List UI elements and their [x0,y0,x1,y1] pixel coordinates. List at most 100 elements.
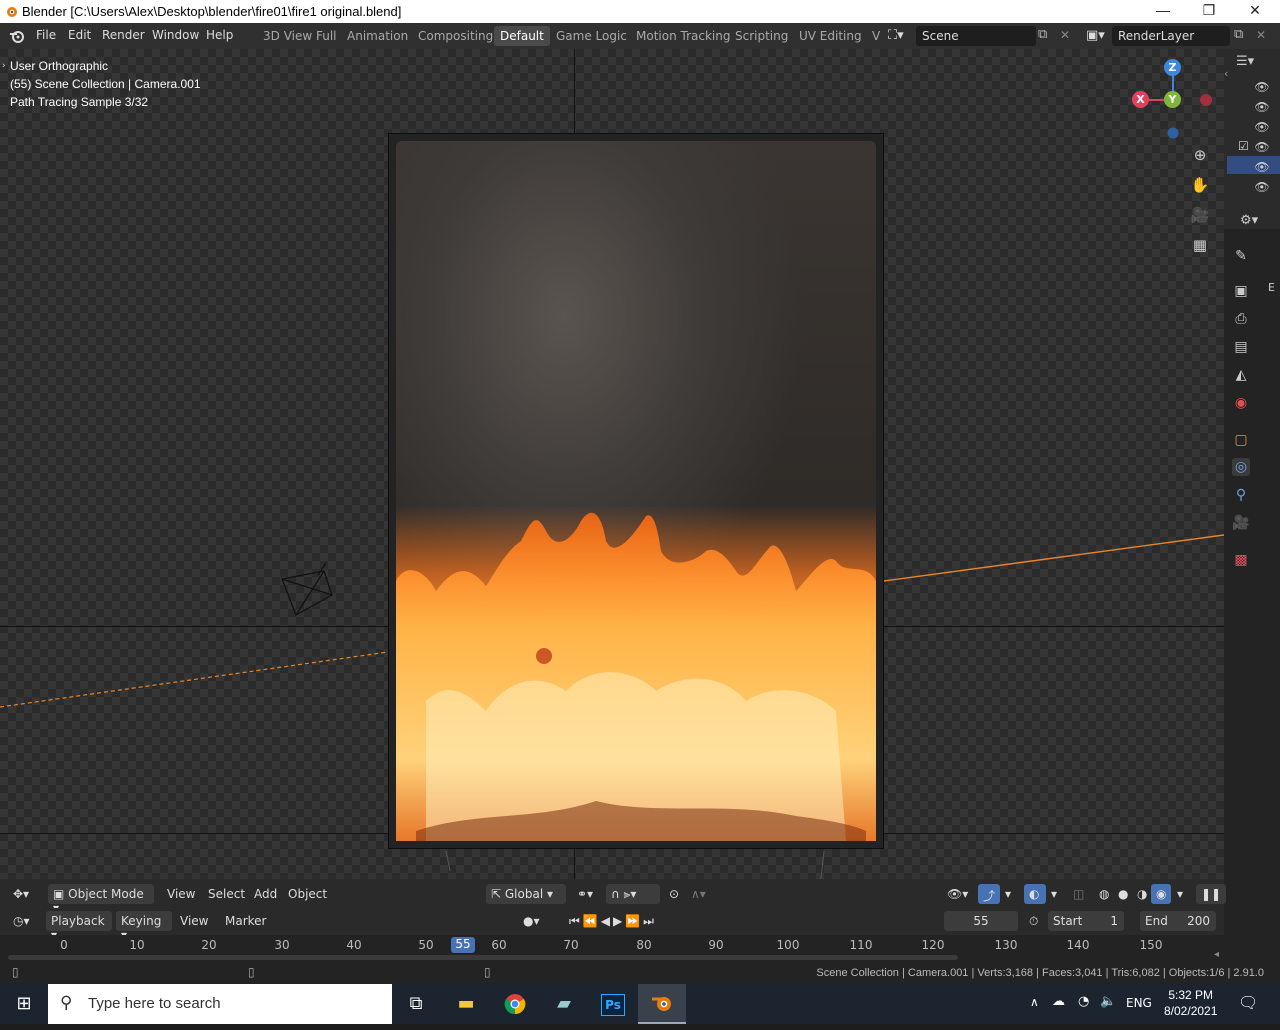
tab-game-logic[interactable]: Game Logic [550,26,633,46]
playhead-frame-indicator[interactable]: 55 [451,937,475,953]
tool-icon[interactable]: ✎ [1232,247,1250,265]
mode-dropdown[interactable]: ▣ Object Mode ▾ [48,884,154,915]
volume-icon[interactable]: 🔈 [1100,994,1116,1009]
camera-view-icon[interactable]: 🎥 [1189,204,1211,226]
tab-compositing[interactable]: Compositing [412,26,499,46]
constraints-props-icon[interactable]: ⚲ [1232,486,1250,504]
menu-add[interactable]: Add [249,884,282,904]
blender-taskbar-icon[interactable] [638,984,686,1024]
network-icon[interactable]: ◔ [1078,994,1089,1009]
menu-help[interactable]: Help [206,28,233,42]
wireframe-shading-icon[interactable]: ◍ [1094,884,1114,904]
output-props-icon[interactable]: ⎙ [1232,310,1250,328]
camera-data-icon[interactable]: 🎥 [1232,514,1250,532]
taskbar-search-box[interactable]: ⚲ Type here to search [48,984,392,1024]
visibility-eye-icon[interactable]: 👁 [1254,100,1270,116]
renderlayer-new-icon[interactable]: ⧉ [1234,27,1243,42]
tab-overflow[interactable]: V [866,26,886,46]
visibility-icon[interactable]: 👁▾ [942,884,973,904]
tab-animation[interactable]: Animation [341,26,414,46]
checkbox-icon[interactable]: ☑ [1238,139,1249,153]
language-indicator[interactable]: ENG [1126,996,1152,1010]
visibility-eye-icon[interactable]: 👁 [1254,180,1270,196]
visibility-eye-icon[interactable]: 👁 [1254,120,1270,136]
menu-file[interactable]: File [36,28,56,42]
scene-remove-icon[interactable]: ✕ [1060,28,1070,42]
onedrive-cloud-icon[interactable]: ☁ [1052,994,1065,1009]
notifications-icon[interactable]: 🗨 [1238,993,1258,1012]
menu-view[interactable]: View [162,884,200,904]
shading-dropdown-icon[interactable]: ▾ [1172,884,1188,904]
world-props-icon[interactable]: ◉ [1232,394,1250,412]
pan-hand-icon[interactable]: ✋ [1189,174,1211,196]
gizmo-z-axis[interactable]: Z [1164,59,1181,76]
scene-selector-icon[interactable]: ⛶▾ [888,28,904,43]
xray-icon[interactable]: ◫ [1068,884,1089,904]
maximize-button[interactable]: ❐ [1194,2,1224,20]
task-view-icon[interactable]: ⧉ [392,984,440,1024]
tray-expand-icon[interactable]: ∧ [1030,995,1039,1009]
start-frame-field[interactable]: Start 1 [1048,911,1124,931]
renderlayer-remove-icon[interactable]: ✕ [1256,28,1266,42]
windows-start-icon[interactable]: ⊞ [0,984,48,1024]
menu-edit[interactable]: Edit [68,28,91,42]
snap-icon[interactable]: ∩ ⫸▾ [606,884,660,904]
visibility-eye-icon[interactable]: 👁 [1254,160,1270,176]
tab-3d-view-full[interactable]: 3D View Full [257,26,343,46]
scene-props-icon[interactable]: ◭ [1232,366,1250,384]
menu-object[interactable]: Object [283,884,332,904]
proportional-edit-icon[interactable]: ⊙ [664,884,684,904]
photoshop-icon[interactable]: Ps [589,984,637,1024]
tab-motion-tracking[interactable]: Motion Tracking [630,26,736,46]
renderlayer-selector-icon[interactable]: ▣▾ [1086,28,1105,43]
end-frame-field[interactable]: End 200 [1140,911,1216,931]
3d-viewport[interactable]: User Orthographic › (55) Scene Collectio… [0,49,1224,879]
rendered-shading-icon[interactable]: ◉ [1151,884,1172,904]
solid-shading-icon[interactable]: ● [1113,884,1133,904]
current-frame-field[interactable]: 55 [944,911,1018,931]
gizmo-toggle-icon[interactable]: ⤴ [978,884,1000,904]
close-button[interactable]: ✕ [1240,2,1270,20]
outliner-editor-type-icon[interactable]: ☰▾ [1236,54,1254,69]
menu-render[interactable]: Render [102,28,145,42]
timeline-editor-icon[interactable]: ◷▾ [8,911,35,931]
chrome-icon[interactable] [491,984,539,1024]
orientation-dropdown[interactable]: ⇱ Global ▾ [486,884,566,904]
scene-new-icon[interactable]: ⧉ [1038,27,1047,42]
scene-field[interactable]: Scene [916,26,1036,46]
scroll-arrow-icon[interactable]: ◂ [1214,949,1219,960]
minimize-button[interactable]: — [1148,2,1178,20]
render-props-icon[interactable]: ▣ [1232,282,1250,300]
file-explorer-icon[interactable]: ▬ [442,984,490,1024]
properties-editor-type-icon[interactable]: ⚙▾ [1240,213,1258,228]
taskbar-clock[interactable]: 5:32 PM 8/02/2021 [1164,987,1217,1019]
playback-controls[interactable]: ⏮⏪◀▶⏩⏭ [564,911,662,931]
ortho-grid-icon[interactable]: ▦ [1189,234,1211,256]
pause-render-icon[interactable]: ❚❚ [1196,884,1227,904]
visibility-eye-icon[interactable]: 👁 [1254,80,1270,96]
outliner-collapse-icon[interactable]: ‹ [1224,67,1228,80]
timeline-menu-view[interactable]: View [175,911,213,931]
gizmo-y-axis[interactable]: Y [1164,91,1181,108]
timeline-ruler[interactable]: 0 10 20 30 40 50 60 70 80 90 100 110 120… [0,935,1224,963]
menu-window[interactable]: Window [152,28,199,42]
object-props-icon[interactable]: ▢ [1232,431,1250,449]
timeline-scrollbar[interactable] [8,955,958,960]
blender-menu-icon[interactable] [9,29,25,43]
overlays-dropdown-icon[interactable]: ▾ [1046,884,1062,904]
renderlayer-field[interactable]: RenderLayer [1112,26,1230,46]
tab-default[interactable]: Default [494,26,550,46]
clock-icon[interactable]: ⏱ [1024,911,1043,931]
keying-dropdown[interactable]: Keying ▾ [116,911,172,942]
texture-props-icon[interactable]: ▩ [1232,551,1250,569]
gizmo-dropdown-icon[interactable]: ▾ [1000,884,1016,904]
editor-type-icon[interactable]: ✥▾ [8,884,34,904]
overlays-toggle-icon[interactable]: ◐ [1024,884,1046,904]
material-shading-icon[interactable]: ◑ [1132,884,1152,904]
pivot-icon[interactable]: ⚭▾ [572,884,598,904]
menu-select[interactable]: Select [203,884,250,904]
tab-scripting[interactable]: Scripting [729,26,794,46]
timeline-menu-marker[interactable]: Marker [220,911,271,931]
visibility-eye-icon[interactable]: 👁 [1254,140,1270,156]
gizmo-x-axis[interactable]: X [1132,91,1149,108]
